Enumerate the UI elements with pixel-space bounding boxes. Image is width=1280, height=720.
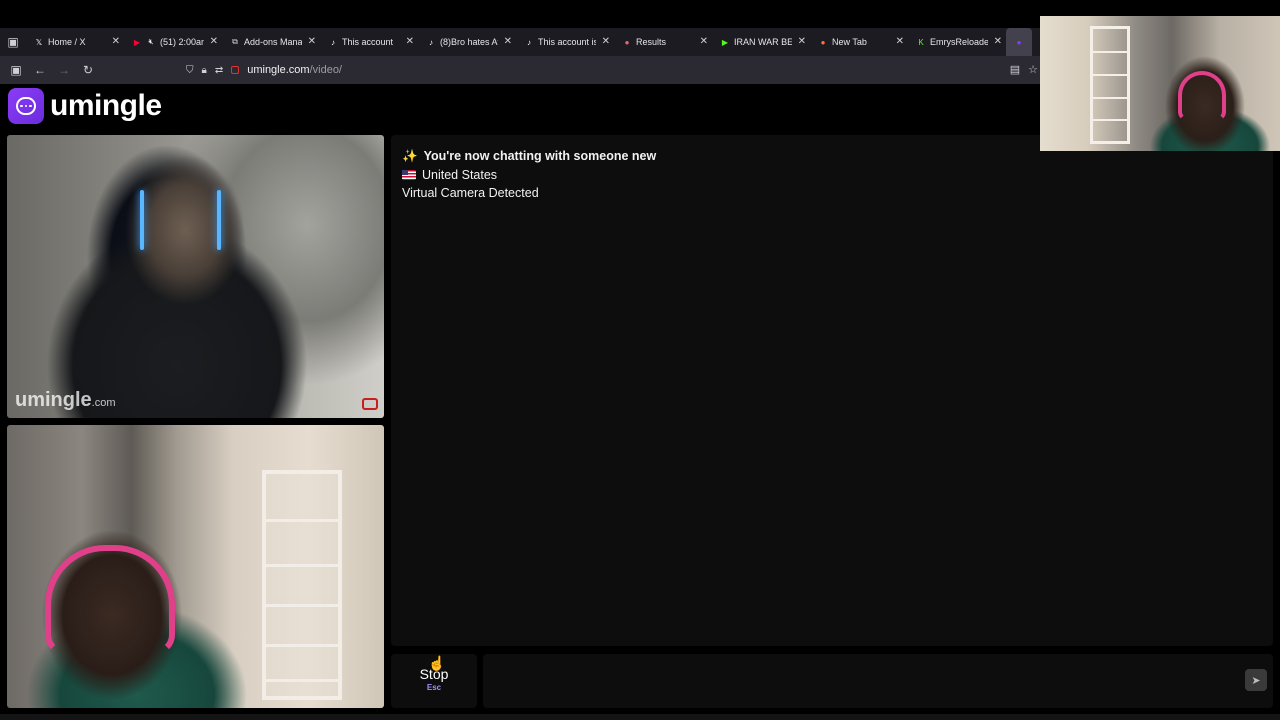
tab-label: Results xyxy=(636,37,667,47)
url-path: /video/ xyxy=(309,64,342,76)
browser-tab[interactable]: ▶ IRAN WAR BEGI ✕ xyxy=(712,28,810,56)
logo-text: umingle xyxy=(50,89,162,122)
system-message-new-chat: ✨ You're now chatting with someone new xyxy=(402,149,656,164)
x-logo-icon: 𝕏 xyxy=(35,37,43,47)
tab-label: (51) 2:00am xyxy=(160,37,204,47)
url-bar[interactable]: umingle.com/video/ xyxy=(247,64,342,76)
firefox-icon: ● xyxy=(820,37,826,47)
kick-icon: ▶ xyxy=(721,37,729,47)
streamer-webcam-overlay xyxy=(1040,16,1280,151)
sparkles-icon: ✨ xyxy=(402,149,418,163)
lock-icon[interactable]: 🔒︎ xyxy=(202,65,207,76)
close-tab-icon[interactable]: ✕ xyxy=(112,36,120,47)
tab-label: IRAN WAR BEGI xyxy=(734,37,792,47)
stop-shortcut-hint: Esc xyxy=(426,683,442,692)
message-text: You're now chatting with someone new xyxy=(423,149,657,163)
close-tab-icon[interactable]: ✕ xyxy=(308,36,316,47)
tab-label: This account is p xyxy=(538,37,596,47)
sidebar-toggle-icon[interactable]: ▣ xyxy=(4,63,28,77)
tiktok-icon: ♪ xyxy=(527,37,531,47)
browser-tab[interactable]: K EmrysReloaded ✕ xyxy=(908,28,1006,56)
message-text: United States xyxy=(422,168,498,182)
bookshelf xyxy=(262,470,342,700)
video-watermark: umingle.com xyxy=(15,389,116,412)
browser-tab[interactable]: ● Results ✕ xyxy=(614,28,712,56)
url-bar-icons: ⛉ 🔒︎ ⇄ xyxy=(186,65,240,76)
message-text: Virtual Camera Detected xyxy=(402,186,539,200)
reader-view-icon[interactable]: ▤ xyxy=(1010,63,1020,76)
close-tab-icon[interactable]: ✕ xyxy=(602,36,610,47)
browser-nav-bar: ▣ ← → ↻ ⛉ 🔒︎ ⇄ umingle.com/video/ ▤ ☆ xyxy=(0,56,1040,84)
tab-label: (8)Bro hates Atla xyxy=(440,37,498,47)
tab-label: New Tab xyxy=(832,37,867,47)
browser-tab[interactable]: ♪ This account ✕ xyxy=(320,28,418,56)
bottom-edge xyxy=(0,714,1280,720)
tiktok-icon: ♪ xyxy=(331,37,335,47)
browser-tab[interactable]: ● xyxy=(1006,28,1032,56)
send-icon[interactable]: ➤ xyxy=(1245,669,1267,691)
youtube-icon: ▶ xyxy=(133,37,141,47)
speaker-muted-icon[interactable]: 🔇︎ xyxy=(146,37,156,47)
browser-tab[interactable]: ▶ 🔇︎ (51) 2:00am ✕ xyxy=(124,28,222,56)
tab-label: EmrysReloaded xyxy=(930,37,988,47)
tab-label: Add-ons Manag xyxy=(244,37,302,47)
browser-tab[interactable]: ♪ This account is p ✕ xyxy=(516,28,614,56)
globe-icon: ● xyxy=(624,37,630,47)
close-tab-icon[interactable]: ✕ xyxy=(798,36,806,47)
back-arrow-icon[interactable]: ← xyxy=(28,63,52,77)
watermark-text: umingle xyxy=(15,389,92,411)
tab-list-icon[interactable]: ▣ xyxy=(0,28,26,56)
permissions-icon[interactable]: ⇄ xyxy=(215,65,223,76)
mouse-cursor-icon: ☝ xyxy=(428,655,446,671)
chat-panel: ✨ You're now chatting with someone new Un… xyxy=(391,135,1273,646)
umingle-icon: ● xyxy=(1016,37,1022,47)
close-tab-icon[interactable]: ✕ xyxy=(896,36,904,47)
stranger-video: umingle.com xyxy=(7,135,384,418)
us-flag-icon xyxy=(402,170,416,180)
overlay-headphones xyxy=(1178,71,1226,121)
report-flag-icon[interactable] xyxy=(362,398,378,410)
tab-strip: 𝕏 Home / X ✕ ▶ 🔇︎ (51) 2:00am ✕ ⧉ Add-ons Manag ✕… xyxy=(26,28,1032,56)
close-tab-icon[interactable]: ✕ xyxy=(700,36,708,47)
nav-right-icons: ▤ ☆ xyxy=(1010,63,1038,76)
puzzle-icon: ⧉ xyxy=(232,37,238,46)
overlay-bookshelf xyxy=(1090,26,1130,144)
kick-icon: K xyxy=(918,37,924,47)
headphones xyxy=(45,545,175,655)
tab-label: Home / X xyxy=(48,37,86,47)
system-message-virtual-camera: Virtual Camera Detected xyxy=(402,186,539,200)
forward-arrow-icon[interactable]: → xyxy=(52,63,76,77)
self-video xyxy=(7,425,384,708)
browser-tab[interactable]: ● New Tab ✕ xyxy=(810,28,908,56)
browser-tab[interactable]: ⧉ Add-ons Manag ✕ xyxy=(222,28,320,56)
browser-tab[interactable]: 𝕏 Home / X ✕ xyxy=(26,28,124,56)
watermark-suffix: .com xyxy=(91,397,116,409)
url-host: umingle.com xyxy=(247,64,310,76)
close-tab-icon[interactable]: ✕ xyxy=(994,36,1002,47)
tab-label: This account xyxy=(342,37,394,47)
close-tab-icon[interactable]: ✕ xyxy=(210,36,218,47)
chat-message-input[interactable] xyxy=(483,654,1273,708)
chair-light-left xyxy=(140,190,144,250)
chair-light-right xyxy=(217,190,221,250)
chat-bubble-logo-icon xyxy=(8,88,44,124)
bookmark-star-icon[interactable]: ☆ xyxy=(1028,63,1038,76)
close-tab-icon[interactable]: ✕ xyxy=(504,36,512,47)
close-tab-icon[interactable]: ✕ xyxy=(406,36,414,47)
camera-permission-icon[interactable] xyxy=(231,66,240,74)
reload-icon[interactable]: ↻ xyxy=(76,63,100,77)
system-message-country: United States xyxy=(402,168,497,182)
tracking-shield-icon[interactable]: ⛉ xyxy=(186,65,194,76)
tiktok-icon: ♪ xyxy=(429,37,433,47)
umingle-logo[interactable]: umingle xyxy=(8,88,162,124)
browser-tab[interactable]: ♪ (8)Bro hates Atla ✕ xyxy=(418,28,516,56)
